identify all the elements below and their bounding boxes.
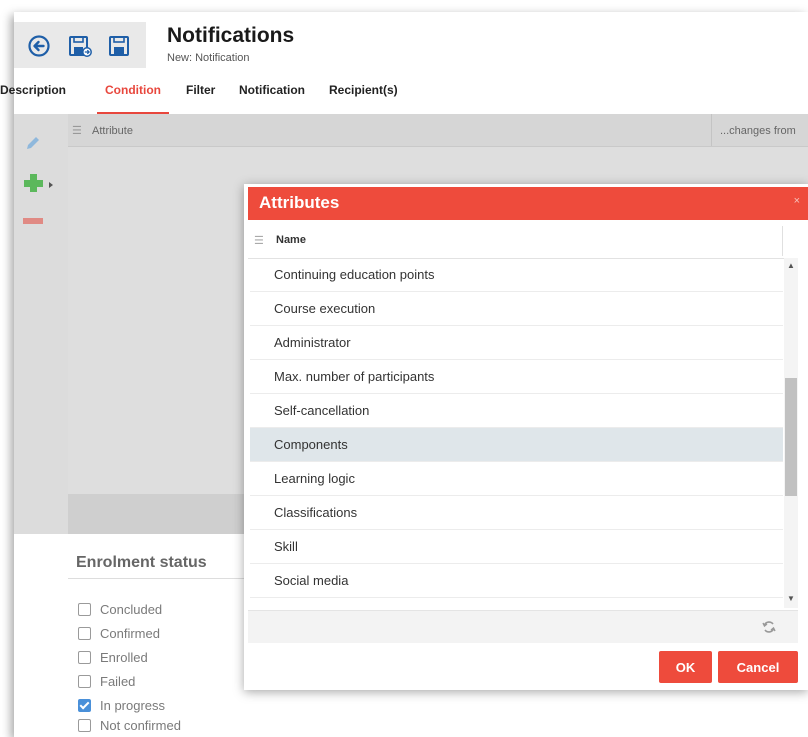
page-title: Notifications bbox=[167, 24, 295, 47]
column-name[interactable]: Name bbox=[276, 234, 306, 246]
dialog-titlebar: Attributes × bbox=[248, 187, 808, 220]
attribute-list-item[interactable]: Max. number of participants bbox=[250, 360, 783, 394]
attribute-label: Self-cancellation bbox=[274, 403, 370, 418]
checkbox[interactable] bbox=[78, 651, 91, 665]
tab-condition[interactable]: Condition bbox=[97, 84, 169, 115]
attribute-label: Max. number of participants bbox=[274, 369, 435, 384]
attribute-label: Continuing education points bbox=[274, 267, 435, 282]
dialog-title: Attributes bbox=[259, 193, 340, 212]
attribute-label: Social media bbox=[274, 573, 349, 588]
enrolment-option[interactable]: Concluded bbox=[78, 602, 162, 620]
enrolment-status-title: Enrolment status bbox=[76, 554, 207, 571]
attribute-list: Continuing education points Course execut… bbox=[250, 258, 783, 608]
attribute-list-item[interactable]: Components bbox=[250, 428, 783, 462]
column-divider bbox=[782, 226, 783, 256]
ok-button[interactable]: OK bbox=[659, 651, 712, 683]
checkbox-label: Concluded bbox=[100, 602, 163, 617]
attribute-list-item[interactable]: Social media bbox=[250, 564, 783, 598]
checkbox-checked[interactable] bbox=[78, 699, 91, 713]
enrolment-option[interactable]: Confirmed bbox=[78, 626, 160, 644]
tab-filter[interactable]: Filter bbox=[186, 84, 215, 112]
attribute-list-item[interactable]: Classifications bbox=[250, 496, 783, 530]
enrolment-option[interactable]: Failed bbox=[78, 674, 135, 692]
add-icon[interactable] bbox=[22, 172, 44, 194]
dialog-list-header: ☰ Name bbox=[248, 222, 798, 259]
attribute-label: Course execution bbox=[274, 301, 376, 316]
save-and-new-icon[interactable] bbox=[68, 35, 92, 59]
checkbox-label: Not confirmed bbox=[100, 718, 181, 733]
remove-icon[interactable] bbox=[22, 216, 44, 226]
column-handle-icon: ☰ bbox=[254, 235, 264, 247]
enrolment-option[interactable]: In progress bbox=[78, 698, 165, 716]
checkbox[interactable] bbox=[78, 603, 91, 617]
scroll-up-icon[interactable]: ▲ bbox=[787, 261, 795, 270]
column-changes-from[interactable]: ...changes from bbox=[720, 125, 796, 137]
save-icon[interactable] bbox=[108, 35, 130, 57]
checkbox[interactable] bbox=[78, 675, 91, 689]
checkbox-label: In progress bbox=[100, 698, 166, 713]
condition-grid-header: ☰ Attribute ...changes from bbox=[68, 114, 808, 147]
refresh-icon[interactable] bbox=[762, 620, 776, 634]
cancel-button[interactable]: Cancel bbox=[718, 651, 798, 683]
back-arrow-icon[interactable] bbox=[28, 35, 50, 57]
enrolment-option[interactable]: Enrolled bbox=[78, 650, 148, 668]
toolbar bbox=[14, 22, 146, 68]
column-handle-icon: ☰ bbox=[72, 125, 82, 137]
page-subtitle: New: Notification bbox=[167, 52, 250, 64]
column-attribute[interactable]: Attribute bbox=[92, 125, 133, 137]
tab-description[interactable]: Description bbox=[0, 84, 66, 112]
scrollbar[interactable]: ▲ ▼ bbox=[784, 258, 798, 608]
scroll-down-icon[interactable]: ▼ bbox=[787, 594, 795, 603]
attribute-list-item[interactable]: Learning logic bbox=[250, 462, 783, 496]
checkbox-label: Failed bbox=[100, 674, 136, 689]
chevron-right-icon[interactable] bbox=[48, 182, 54, 188]
attribute-list-item[interactable]: Administrator bbox=[250, 326, 783, 360]
tab-bar: Description Condition Filter Notificatio… bbox=[0, 84, 808, 115]
attribute-label: Classifications bbox=[274, 505, 358, 520]
checkbox[interactable] bbox=[78, 627, 91, 641]
attribute-list-item[interactable]: Course execution bbox=[250, 292, 783, 326]
attribute-label: Administrator bbox=[274, 335, 351, 350]
attribute-label: Skill bbox=[274, 539, 298, 554]
checkbox-label: Confirmed bbox=[100, 626, 160, 641]
column-divider bbox=[711, 114, 712, 146]
attribute-list-item[interactable]: Continuing education points bbox=[250, 258, 783, 292]
divider bbox=[68, 578, 244, 579]
attribute-list-item[interactable]: Skill bbox=[250, 530, 783, 564]
checkbox-label: Enrolled bbox=[100, 650, 148, 665]
attribute-list-item[interactable]: Self-cancellation bbox=[250, 394, 783, 428]
row-actions-column bbox=[14, 114, 68, 534]
checkbox[interactable] bbox=[78, 719, 91, 733]
attribute-label: Library bbox=[274, 607, 314, 608]
close-icon[interactable]: × bbox=[794, 195, 800, 207]
attribute-label: Components bbox=[274, 437, 348, 452]
attribute-list-item[interactable]: Library bbox=[250, 598, 783, 608]
tab-recipients[interactable]: Recipient(s) bbox=[329, 84, 398, 112]
attribute-label: Learning logic bbox=[274, 471, 355, 486]
dialog-list-footer bbox=[248, 610, 798, 643]
tab-notification[interactable]: Notification bbox=[239, 84, 305, 112]
enrolment-option[interactable]: Not confirmed bbox=[78, 718, 181, 736]
scrollbar-thumb[interactable] bbox=[785, 378, 797, 496]
pencil-icon[interactable] bbox=[24, 134, 42, 152]
